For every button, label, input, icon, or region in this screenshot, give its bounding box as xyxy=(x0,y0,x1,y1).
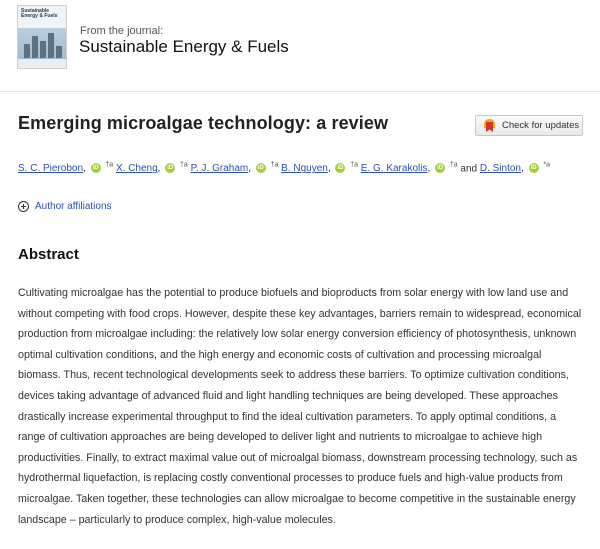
crossmark-icon xyxy=(483,119,496,132)
journal-header: Sustainable Energy & Fuels From the jour… xyxy=(0,0,600,90)
orcid-icon[interactable]: iD xyxy=(165,163,176,174)
author-item: X. Cheng, iD †a xyxy=(115,162,188,175)
article-title: Emerging microalgae technology: a review xyxy=(18,113,389,133)
author-affiliation-marks: †a xyxy=(449,162,458,169)
expand-plus-icon xyxy=(18,201,29,212)
author-affiliations-toggle[interactable]: Author affiliations xyxy=(18,201,112,212)
author-item: S. C. Pierobon, iD †a xyxy=(18,162,114,175)
author-affiliation-marks: *a xyxy=(543,162,550,169)
journal-name-link[interactable]: Sustainable Energy & Fuels xyxy=(79,37,289,57)
abstract-text: Cultivating microalgae has the potential… xyxy=(18,287,582,526)
author-item: P. J. Graham, iD †a xyxy=(190,162,279,175)
check-for-updates-button[interactable]: Check for updates xyxy=(475,115,583,136)
author-affiliation-marks: †a xyxy=(270,162,279,169)
author-name-link[interactable]: B. Nguyen xyxy=(281,163,328,174)
author-name-link[interactable]: D. Sinton xyxy=(480,163,521,174)
author-item: B. Nguyen, iD †a xyxy=(281,162,358,175)
cover-footer-strip xyxy=(18,59,66,68)
abstract-heading: Abstract xyxy=(18,246,79,263)
author-name-link[interactable]: P. J. Graham xyxy=(191,163,249,174)
orcid-icon[interactable]: iD xyxy=(528,163,539,174)
author-list: S. C. Pierobon, iD †a X. Cheng, iD †a P.… xyxy=(18,162,550,174)
author-name-link[interactable]: E. G. Karakolis xyxy=(361,163,428,174)
author-name-link[interactable]: X. Cheng xyxy=(116,163,158,174)
orcid-icon[interactable]: iD xyxy=(255,163,266,174)
author-affiliation-marks: †a xyxy=(105,162,114,169)
author-item: D. Sinton, iD *a xyxy=(479,162,550,175)
orcid-icon[interactable]: iD xyxy=(335,163,346,174)
check-for-updates-label: Check for updates xyxy=(502,120,580,131)
journal-cover-image[interactable]: Sustainable Energy & Fuels xyxy=(17,5,67,69)
author-name-link[interactable]: S. C. Pierobon xyxy=(18,163,83,174)
author-item: E. G. Karakolis, iD †a xyxy=(360,162,458,175)
author-affiliation-marks: †a xyxy=(350,162,358,169)
author-affiliations-label: Author affiliations xyxy=(35,201,112,212)
orcid-icon[interactable]: iD xyxy=(90,163,101,174)
orcid-icon[interactable]: iD xyxy=(435,163,446,174)
from-journal-label: From the journal: xyxy=(80,25,164,37)
cover-title: Sustainable Energy & Fuels xyxy=(21,8,58,19)
authors-conjunction: and xyxy=(460,163,478,175)
author-affiliation-marks: †a xyxy=(180,162,188,169)
header-divider xyxy=(0,91,600,92)
